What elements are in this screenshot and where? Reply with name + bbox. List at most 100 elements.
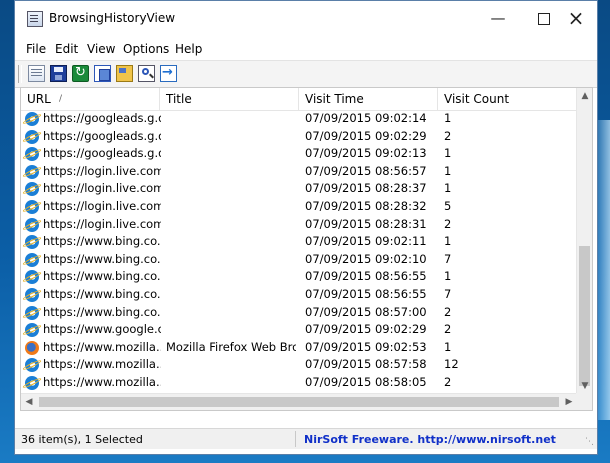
app-window: BrowsingHistoryView — × File Edit View O… xyxy=(14,0,598,455)
url-cell: https://www.bing.co... xyxy=(43,251,161,266)
internet-explorer-icon xyxy=(25,235,39,250)
visit-time-cell: 07/09/2015 08:56:57 xyxy=(305,163,427,178)
internet-explorer-icon xyxy=(25,217,39,232)
internet-explorer-icon xyxy=(25,252,39,267)
table-row[interactable]: https://www.bing.co... 07/09/2015 09:02:1… xyxy=(21,233,577,251)
filter-options-icon[interactable] xyxy=(116,65,133,82)
visit-count-cell: 1 xyxy=(444,234,452,249)
visit-time-cell: 07/09/2015 08:57:00 xyxy=(305,304,427,319)
copy-icon[interactable] xyxy=(94,65,111,82)
menu-help[interactable]: Help xyxy=(175,42,202,56)
internet-explorer-icon xyxy=(25,129,39,144)
url-cell: https://www.bing.co... xyxy=(43,286,161,301)
table-row[interactable]: https://www.mozilla.... 07/09/2015 08:58:… xyxy=(21,374,577,392)
column-header-url[interactable]: URL / xyxy=(21,88,160,110)
resize-grip-icon[interactable]: ⋱ xyxy=(585,437,595,447)
visit-count-cell: 2 xyxy=(444,128,452,143)
visit-time-cell: 07/09/2015 08:57:58 xyxy=(305,357,427,372)
window-title: BrowsingHistoryView xyxy=(49,11,176,25)
table-row[interactable]: https://www.mozilla.... 07/09/2015 08:57:… xyxy=(21,356,577,374)
toolbar xyxy=(15,60,597,88)
internet-explorer-icon xyxy=(25,358,39,373)
table-row[interactable]: https://www.bing.co... 07/09/2015 09:02:1… xyxy=(21,251,577,269)
visit-count-cell: 2 xyxy=(444,216,452,231)
visit-count-cell: 7 xyxy=(444,286,452,301)
table-row[interactable]: https://www.bing.co... 07/09/2015 08:56:5… xyxy=(21,286,577,304)
status-bar: 36 item(s), 1 Selected NirSoft Freeware.… xyxy=(15,428,597,449)
visit-count-cell: 12 xyxy=(444,357,459,372)
vertical-scroll-thumb[interactable] xyxy=(579,246,590,386)
table-row[interactable]: https://www.google.c... 07/09/2015 09:02:… xyxy=(21,321,577,339)
title-bar: BrowsingHistoryView — × xyxy=(15,1,597,37)
visit-count-cell: 1 xyxy=(444,163,452,178)
menu-view[interactable]: View xyxy=(87,42,115,56)
refresh-icon[interactable] xyxy=(72,65,89,82)
save-icon[interactable] xyxy=(50,65,67,82)
menu-file[interactable]: File xyxy=(26,42,46,56)
internet-explorer-icon xyxy=(25,112,39,126)
visit-time-cell: 07/09/2015 09:02:29 xyxy=(305,128,427,143)
visit-time-cell: 07/09/2015 09:02:53 xyxy=(305,339,427,354)
table-row[interactable]: https://login.live.com... 07/09/2015 08:2… xyxy=(21,180,577,198)
visit-time-cell: 07/09/2015 08:28:31 xyxy=(305,216,427,231)
close-button[interactable]: × xyxy=(553,1,599,35)
desktop-background xyxy=(596,120,610,420)
table-row[interactable]: https://login.live.com... 07/09/2015 08:2… xyxy=(21,216,577,234)
visit-count-cell: 5 xyxy=(444,198,452,213)
visit-time-cell: 07/09/2015 08:58:05 xyxy=(305,374,427,389)
visit-time-cell: 07/09/2015 08:28:37 xyxy=(305,181,427,196)
list-rows: https://googleads.g.d... 07/09/2015 09:02… xyxy=(21,110,577,409)
visit-count-cell: 7 xyxy=(444,251,452,266)
internet-explorer-icon xyxy=(25,375,39,390)
table-row[interactable]: https://googleads.g.d... 07/09/2015 09:02… xyxy=(21,145,577,163)
internet-explorer-icon xyxy=(25,147,39,162)
find-icon[interactable] xyxy=(138,65,155,82)
column-header-title[interactable]: Title xyxy=(160,88,299,110)
visit-time-cell: 07/09/2015 09:02:10 xyxy=(305,251,427,266)
title-cell: Mozilla Firefox Web Bro... xyxy=(166,339,296,354)
scroll-down-icon[interactable]: ▼ xyxy=(577,378,592,394)
exit-icon[interactable] xyxy=(160,65,177,82)
internet-explorer-icon xyxy=(25,287,39,302)
url-cell: https://www.mozilla.... xyxy=(43,339,161,354)
table-row[interactable]: https://login.live.com... 07/09/2015 08:2… xyxy=(21,198,577,216)
firefox-icon xyxy=(25,340,39,355)
column-header-visit-time[interactable]: Visit Time xyxy=(299,88,438,110)
menu-edit[interactable]: Edit xyxy=(55,42,78,56)
url-cell: https://www.mozilla.... xyxy=(43,357,161,372)
visit-count-cell: 1 xyxy=(444,269,452,284)
scroll-up-icon[interactable]: ▲ xyxy=(577,88,592,104)
table-row[interactable]: https://login.live.com... 07/09/2015 08:5… xyxy=(21,163,577,181)
nirsoft-link[interactable]: NirSoft Freeware. http://www.nirsoft.net xyxy=(304,433,556,446)
scroll-left-icon[interactable]: ◀ xyxy=(21,394,37,410)
history-list[interactable]: URL / Title Visit Time Visit Count https… xyxy=(20,87,593,411)
item-count-status: 36 item(s), 1 Selected xyxy=(21,433,143,446)
internet-explorer-icon xyxy=(25,199,39,214)
visit-time-cell: 07/09/2015 08:56:55 xyxy=(305,286,427,301)
column-header-visit-count[interactable]: Visit Count xyxy=(438,88,577,110)
table-row[interactable]: https://www.mozilla.... Mozilla Firefox W… xyxy=(21,339,577,357)
horizontal-scroll-thumb[interactable] xyxy=(39,397,559,407)
toolbar-grip[interactable] xyxy=(18,65,22,83)
visit-time-cell: 07/09/2015 09:02:14 xyxy=(305,111,427,125)
url-cell: https://www.bing.co... xyxy=(43,304,161,319)
vertical-scrollbar[interactable]: ▲ ▼ xyxy=(576,88,592,394)
table-row[interactable]: https://www.bing.co... 07/09/2015 08:57:0… xyxy=(21,304,577,322)
url-cell: https://www.google.c... xyxy=(43,322,161,337)
visit-time-cell: 07/09/2015 08:28:32 xyxy=(305,198,427,213)
properties-icon[interactable] xyxy=(28,65,45,82)
visit-time-cell: 07/09/2015 09:02:13 xyxy=(305,146,427,161)
url-cell: https://googleads.g.d... xyxy=(43,128,161,143)
table-row[interactable]: https://www.bing.co... 07/09/2015 08:56:5… xyxy=(21,268,577,286)
minimize-button[interactable]: — xyxy=(475,1,521,35)
url-cell: https://login.live.com... xyxy=(43,216,161,231)
horizontal-scrollbar[interactable]: ◀ ▶ xyxy=(21,393,577,410)
visit-count-cell: 2 xyxy=(444,322,452,337)
visit-count-cell: 2 xyxy=(444,304,452,319)
scroll-right-icon[interactable]: ▶ xyxy=(561,394,577,410)
table-row[interactable]: https://googleads.g.d... 07/09/2015 09:02… xyxy=(21,128,577,146)
table-row[interactable]: https://googleads.g.d... 07/09/2015 09:02… xyxy=(21,110,577,128)
column-header-url-label: URL xyxy=(27,92,51,106)
url-cell: https://www.bing.co... xyxy=(43,234,161,249)
menu-options[interactable]: Options xyxy=(123,42,169,56)
